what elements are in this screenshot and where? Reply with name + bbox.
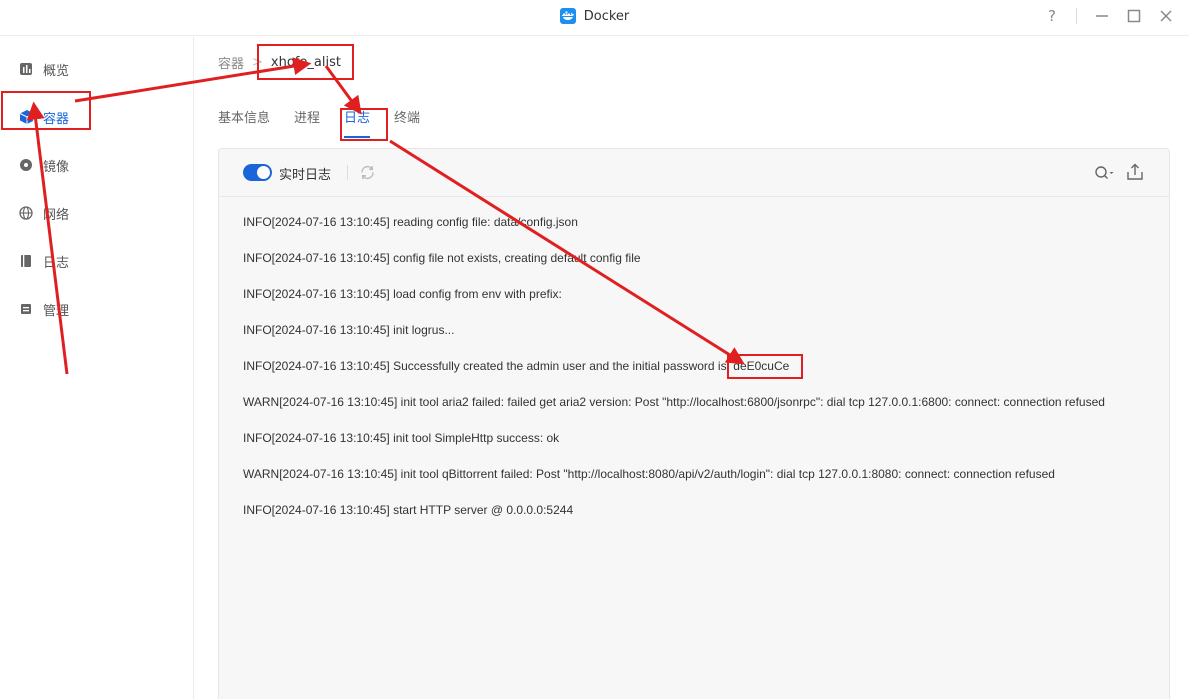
sidebar-item-label: 日志 bbox=[43, 255, 70, 271]
search-icon[interactable] bbox=[1093, 163, 1115, 183]
log-line: WARN[2024-07-16 13:10:45] init tool aria… bbox=[243, 395, 1105, 409]
question-icon[interactable]: ? bbox=[1042, 6, 1062, 26]
sidebar-item-label: 概览 bbox=[43, 63, 70, 79]
sidebar-item-overview[interactable]: 概览 bbox=[0, 52, 194, 86]
realtime-log-toggle[interactable] bbox=[243, 164, 272, 181]
realtime-log-label: 实时日志 bbox=[279, 168, 332, 183]
close-icon[interactable] bbox=[1156, 6, 1176, 26]
tab-basic-info[interactable]: 基本信息 bbox=[218, 108, 270, 132]
network-icon bbox=[19, 206, 33, 220]
sidebar-item-label: 网络 bbox=[43, 207, 70, 223]
log-output: INFO[2024-07-16 13:10:45] reading config… bbox=[243, 215, 1143, 539]
log-toolbar: 实时日志 bbox=[219, 149, 1169, 197]
window-title-text: Docker bbox=[583, 8, 630, 24]
window-controls-divider bbox=[1076, 8, 1077, 24]
sidebar-item-images[interactable]: 镜像 bbox=[0, 148, 194, 182]
detail-tabs: 基本信息 进程 日志 终端 bbox=[218, 108, 420, 138]
maximize-icon[interactable] bbox=[1124, 6, 1144, 26]
highlight-box-password bbox=[727, 354, 803, 379]
image-icon bbox=[19, 158, 33, 172]
docker-logo-icon bbox=[559, 8, 576, 24]
highlight-box-containers bbox=[1, 91, 91, 130]
tab-processes[interactable]: 进程 bbox=[294, 108, 320, 132]
log-line: INFO[2024-07-16 13:10:45] init tool Simp… bbox=[243, 431, 560, 445]
log-line: WARN[2024-07-16 13:10:45] init tool qBit… bbox=[243, 467, 1055, 481]
sidebar-item-manage[interactable]: 管理 bbox=[0, 292, 194, 326]
log-line: INFO[2024-07-16 13:10:45] Successfully c… bbox=[243, 359, 790, 373]
breadcrumb-parent[interactable]: 容器 bbox=[218, 53, 244, 72]
log-icon bbox=[19, 254, 33, 268]
minimize-icon[interactable] bbox=[1092, 6, 1112, 26]
log-panel: 实时日志 INFO[2024-07-16 13:10:45] reading c… bbox=[218, 148, 1170, 699]
window-title: Docker bbox=[0, 0, 1189, 32]
sidebar-item-logs[interactable]: 日志 bbox=[0, 244, 194, 278]
sidebar-item-network[interactable]: 网络 bbox=[0, 196, 194, 230]
export-icon[interactable] bbox=[1125, 162, 1145, 182]
title-bar: Docker ? bbox=[0, 0, 1189, 36]
sidebar-item-label: 管理 bbox=[43, 303, 70, 319]
log-line: INFO[2024-07-16 13:10:45] config file no… bbox=[243, 251, 641, 265]
tab-terminal[interactable]: 终端 bbox=[394, 108, 420, 132]
sidebar: 概览 容器 镜像 网络 日志 管理 bbox=[0, 37, 194, 699]
log-line: INFO[2024-07-16 13:10:45] start HTTP ser… bbox=[243, 503, 574, 517]
sidebar-item-label: 镜像 bbox=[43, 159, 70, 175]
refresh-icon[interactable] bbox=[359, 164, 376, 181]
log-line: INFO[2024-07-16 13:10:45] init logrus... bbox=[243, 323, 455, 337]
toolbar-divider bbox=[347, 165, 348, 180]
manage-icon bbox=[19, 302, 33, 316]
highlight-box-logs-tab bbox=[340, 108, 388, 141]
log-line: INFO[2024-07-16 13:10:45] reading config… bbox=[243, 215, 578, 229]
highlight-box-container-name bbox=[257, 44, 354, 80]
overview-icon bbox=[19, 62, 33, 76]
log-line: INFO[2024-07-16 13:10:45] load config fr… bbox=[243, 287, 562, 301]
